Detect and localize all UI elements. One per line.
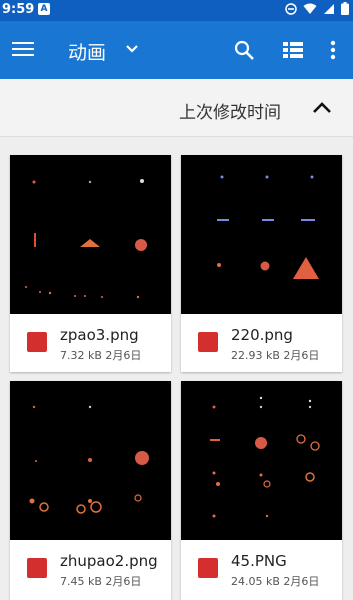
status-bar: 9:59 A [0,0,353,21]
file-name: zhupao2.png [60,552,158,570]
menu-icon[interactable] [12,38,34,62]
file-date: 2月6日 [283,575,320,588]
file-info: zhupao2.png 7.45 kB 2月6日 [10,540,171,598]
file-size: 7.32 kB [60,349,102,362]
file-size: 7.45 kB [60,575,102,588]
file-size: 22.93 kB [231,349,280,362]
signal-icon [324,3,334,14]
file-name: 45.PNG [231,552,287,570]
battery-icon [341,2,349,15]
sort-bar[interactable]: 上次修改时间 [0,79,353,137]
file-thumbnail [10,381,171,540]
file-meta: 7.32 kB 2月6日 [60,347,141,363]
search-icon[interactable] [233,39,255,61]
file-info: zpao3.png 7.32 kB 2月6日 [10,314,171,372]
file-thumbnail [181,381,342,540]
sort-label[interactable]: 上次修改时间 [179,98,281,123]
image-file-icon [198,558,218,578]
file-meta: 7.45 kB 2月6日 [60,573,141,589]
image-file-icon [198,332,218,352]
notification-app-icon: A [38,3,50,15]
file-size: 24.05 kB [231,575,280,588]
sort-ascending-icon[interactable] [311,99,333,117]
file-date: 2月6日 [105,575,142,588]
file-card[interactable]: 220.png 22.93 kB 2月6日 [181,155,342,372]
file-date: 2月6日 [283,349,320,362]
wifi-icon [303,3,317,14]
do-not-disturb-icon [285,2,297,15]
folder-title[interactable]: 动画 [68,38,106,65]
file-card[interactable]: zhupao2.png 7.45 kB 2月6日 [10,381,171,600]
file-thumbnail [10,155,171,314]
image-file-icon [27,558,47,578]
list-view-icon[interactable] [282,40,304,60]
file-card[interactable]: zpao3.png 7.32 kB 2月6日 [10,155,171,372]
file-thumbnail [181,155,342,314]
file-card[interactable]: 45.PNG 24.05 kB 2月6日 [181,381,342,600]
file-info: 45.PNG 24.05 kB 2月6日 [181,540,342,598]
file-info: 220.png 22.93 kB 2月6日 [181,314,342,372]
file-meta: 22.93 kB 2月6日 [231,347,319,363]
file-date: 2月6日 [105,349,142,362]
status-icons [285,2,349,15]
file-name: 220.png [231,326,293,344]
more-options-icon[interactable] [328,39,338,61]
chevron-down-icon[interactable] [122,39,142,59]
app-bar: 动画 [0,21,353,79]
image-file-icon [27,332,47,352]
file-meta: 24.05 kB 2月6日 [231,573,319,589]
status-time: 9:59 [2,2,35,17]
file-name: zpao3.png [60,326,139,344]
